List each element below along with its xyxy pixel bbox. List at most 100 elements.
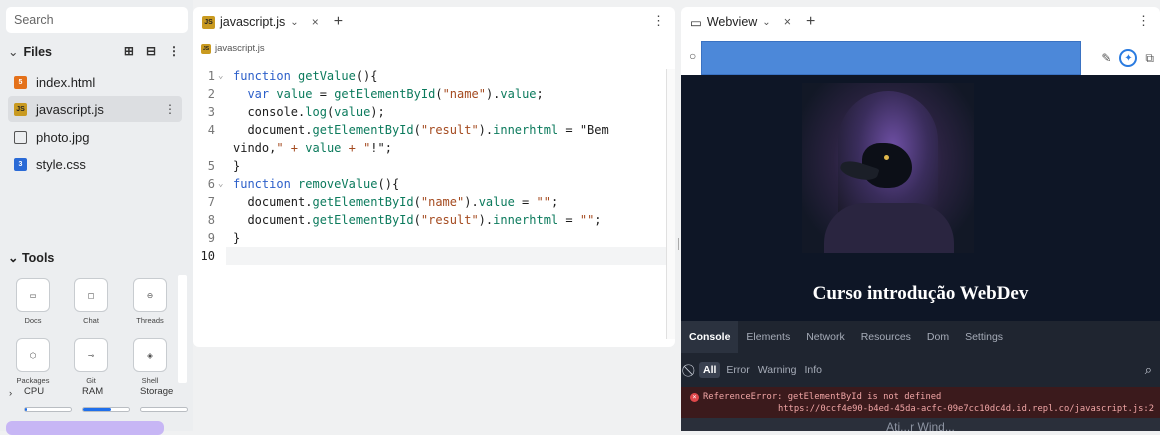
- files-section-header[interactable]: ⌄ Files ⊞ ⊟ ⋮: [8, 44, 186, 60]
- sidebar: Search ⌄ Files ⊞ ⊟ ⋮ 5 index.html JS jav…: [0, 0, 193, 435]
- open-external-icon[interactable]: ⧉: [1145, 51, 1154, 66]
- chat-icon: ▢: [74, 278, 108, 312]
- code-line[interactable]: 2 var value = getElementById("name").val…: [193, 85, 675, 103]
- devtools-wrench-icon[interactable]: ✦: [1119, 49, 1138, 67]
- line-number: 3: [207, 105, 215, 119]
- code-line[interactable]: 7 document.getElementById("name").value …: [193, 193, 675, 211]
- reload-icon[interactable]: ○: [689, 49, 696, 63]
- ram-label: RAM: [82, 386, 104, 397]
- error-message-line: × ReferenceError: getElementById is not …: [690, 392, 941, 402]
- edit-pencil-icon[interactable]: ✎: [1101, 51, 1111, 65]
- filter-all[interactable]: All: [699, 362, 721, 378]
- tool-label: Chat: [83, 316, 99, 325]
- pane-divider[interactable]: [678, 238, 679, 250]
- close-icon[interactable]: ×: [312, 15, 319, 29]
- shell-icon: ◈: [133, 338, 167, 372]
- code-line[interactable]: 5}: [193, 157, 675, 175]
- error-message: ReferenceError: getElementById is not de…: [703, 392, 942, 402]
- new-file-icon[interactable]: ⊞: [124, 44, 134, 58]
- more-options-icon[interactable]: ⋮: [164, 102, 176, 116]
- webview-page: Curso introdução WebDev: [681, 75, 1160, 321]
- code-editor-pane: JS javascript.js ⌄ × + ⋮ JS javascript.j…: [193, 7, 675, 347]
- file-name: index.html: [36, 74, 96, 90]
- code-text: document.getElementById("name").value = …: [233, 195, 559, 209]
- file-name: photo.jpg: [36, 129, 90, 145]
- code-line[interactable]: 6 ⌄ function removeValue(){: [193, 175, 675, 193]
- code-text: function getValue(){: [233, 69, 378, 83]
- tab-javascript-js[interactable]: JS javascript.js ⌄ × +: [202, 13, 343, 31]
- devtools-tab-resources[interactable]: Resources: [853, 321, 919, 353]
- file-item-style-css[interactable]: 3 style.css: [8, 151, 182, 177]
- code-text: document.getElementById("result").innerh…: [233, 213, 602, 227]
- tool-threads[interactable]: ⊖ Threads: [127, 278, 173, 325]
- more-options-icon[interactable]: ⋮: [1137, 13, 1150, 29]
- fold-chevron-icon[interactable]: ⌄: [218, 67, 223, 85]
- chevron-down-icon[interactable]: ⌄: [290, 17, 298, 28]
- threads-icon: ⊖: [133, 278, 167, 312]
- tool-git[interactable]: ⊸ Git: [68, 338, 114, 385]
- line-number: 6: [207, 177, 215, 191]
- code-line[interactable]: 4 document.getElementById("result").inne…: [193, 121, 675, 139]
- tool-packages[interactable]: ⬡ Packages: [10, 338, 56, 385]
- code-line[interactable]: vindo," + value + "!";: [193, 139, 675, 157]
- close-icon[interactable]: ×: [784, 15, 791, 29]
- tab-webview[interactable]: ▭ Webview ⌄ × +: [690, 13, 815, 31]
- breadcrumb-file[interactable]: javascript.js: [215, 43, 265, 54]
- tool-label: Shell: [141, 376, 159, 385]
- file-name: style.css: [36, 156, 86, 172]
- search-input[interactable]: Search: [6, 7, 188, 33]
- chevron-down-icon[interactable]: ⌄: [762, 17, 770, 28]
- chevron-down-icon: ⌄: [8, 251, 19, 265]
- tools-scrollbar[interactable]: [178, 275, 187, 383]
- tool-shell[interactable]: ◈ Shell: [127, 338, 173, 385]
- chevron-down-icon: ⌄: [8, 45, 19, 59]
- packages-icon: ⬡: [16, 338, 50, 372]
- file-item-javascript-js[interactable]: JS javascript.js ⋮: [8, 96, 182, 122]
- tools-section-header[interactable]: ⌄ Tools: [8, 250, 54, 265]
- devtools-tab-network[interactable]: Network: [798, 321, 853, 353]
- error-source-link[interactable]: https://0ccf4e90-b4ed-45da-acfc-09e7cc10…: [778, 404, 1154, 414]
- new-folder-icon[interactable]: ⊟: [146, 44, 156, 58]
- console-input-placeholder[interactable]: Ati...r Wind...: [681, 418, 1160, 431]
- file-item-index-html[interactable]: 5 index.html: [8, 69, 182, 95]
- devtools-tab-settings[interactable]: Settings: [957, 321, 1011, 353]
- filter-warning[interactable]: Warning: [758, 364, 797, 376]
- url-input[interactable]: [701, 41, 1081, 75]
- code-line[interactable]: 1 ⌄ function getValue(){: [193, 67, 675, 85]
- tools-title: Tools: [21, 251, 55, 265]
- devtools-tabs: Console Elements Network Resources Dom S…: [681, 321, 1160, 353]
- devtools-tab-dom[interactable]: Dom: [919, 321, 957, 353]
- file-item-photo-jpg[interactable]: photo.jpg: [8, 124, 182, 150]
- line-number: 7: [207, 195, 215, 209]
- fold-chevron-icon[interactable]: ⌄: [218, 175, 223, 193]
- code-line[interactable]: 9}: [193, 229, 675, 247]
- tool-chat[interactable]: ▢ Chat: [68, 278, 114, 325]
- tool-label: Threads: [136, 316, 164, 325]
- tool-docs[interactable]: ▭ Docs: [10, 278, 56, 325]
- devtools-tab-console[interactable]: Console: [681, 321, 739, 353]
- page-heading: Curso introdução WebDev: [812, 283, 1029, 304]
- filter-error[interactable]: Error: [726, 364, 749, 376]
- code-line[interactable]: 8 document.getElementById("result").inne…: [193, 211, 675, 229]
- file-name: javascript.js: [36, 101, 104, 117]
- devtools-tab-elements[interactable]: Elements: [738, 321, 798, 353]
- search-icon[interactable]: ⌕: [1145, 362, 1152, 378]
- more-options-icon[interactable]: ⋮: [168, 44, 180, 58]
- add-tab-icon[interactable]: +: [806, 13, 815, 31]
- code-text: var value = getElementById("name").value…: [247, 87, 544, 101]
- cpu-fill: [25, 408, 28, 411]
- line-number: 4: [207, 123, 215, 137]
- tool-label: Git: [86, 376, 96, 385]
- breadcrumb: JS javascript.js: [201, 43, 265, 54]
- code-line[interactable]: 3 console.log(value);: [193, 103, 675, 121]
- editor-scrollbar[interactable]: [666, 69, 675, 339]
- code-line[interactable]: 10: [193, 247, 675, 265]
- line-number: 5: [207, 159, 215, 173]
- tab-label: javascript.js: [220, 15, 286, 29]
- expand-chevron-icon[interactable]: ›: [9, 388, 12, 399]
- more-options-icon[interactable]: ⋮: [652, 13, 665, 29]
- filter-info[interactable]: Info: [804, 364, 822, 376]
- add-tab-icon[interactable]: +: [334, 13, 343, 31]
- bottom-action-button[interactable]: [6, 421, 164, 435]
- resource-usage: › CPU RAM Storage: [0, 386, 193, 416]
